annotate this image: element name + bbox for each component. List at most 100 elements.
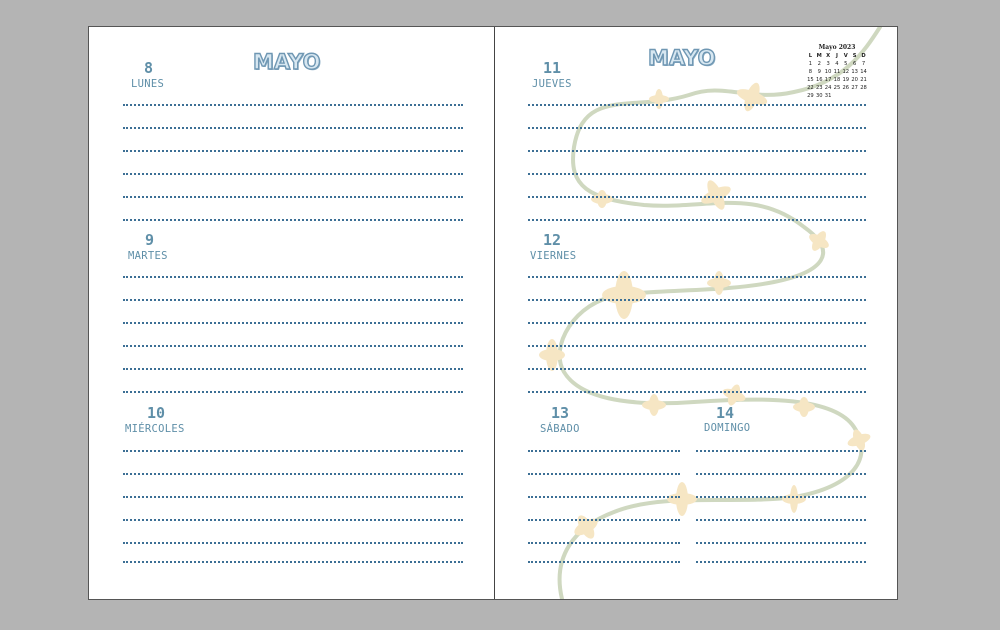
note-line[interactable] [528, 450, 680, 452]
note-line[interactable] [123, 368, 463, 370]
note-line[interactable] [528, 322, 866, 324]
note-line[interactable] [528, 173, 866, 175]
note-line[interactable] [123, 276, 463, 278]
calendar-day[interactable]: 4 [833, 60, 842, 68]
day-number: 14 [716, 404, 735, 422]
calendar-day[interactable]: 8 [806, 68, 815, 76]
note-line[interactable] [123, 519, 463, 521]
calendar-day[interactable]: 25 [833, 84, 842, 92]
day-number: 12 [543, 231, 562, 249]
weekday-header: X [826, 53, 831, 59]
note-line[interactable] [123, 345, 463, 347]
note-line[interactable] [528, 196, 866, 198]
mini-calendar-title: Mayo 2023 [818, 44, 856, 51]
calendar-day[interactable]: 30 [815, 92, 824, 100]
right-page: MAYO Mayo 2023 L M X J V S D 1 2 3 4 5 6… [494, 27, 897, 599]
calendar-day[interactable]: 19 [841, 76, 850, 84]
note-line[interactable] [696, 542, 866, 544]
weekday-header: M [816, 53, 822, 59]
note-line[interactable] [528, 276, 866, 278]
note-line[interactable] [123, 322, 463, 324]
day-name: MIÉRCOLES [125, 423, 185, 435]
day-number: 11 [543, 59, 562, 77]
note-line[interactable] [528, 473, 680, 475]
note-line[interactable] [123, 542, 463, 544]
calendar-day[interactable]: 6 [850, 60, 859, 68]
day-name: SÁBADO [540, 423, 580, 435]
note-line[interactable] [528, 104, 866, 106]
note-line[interactable] [123, 299, 463, 301]
calendar-day[interactable]: 3 [824, 60, 833, 68]
note-line[interactable] [696, 496, 866, 498]
calendar-day[interactable]: 16 [815, 76, 824, 84]
note-line[interactable] [123, 561, 463, 563]
note-line[interactable] [528, 299, 866, 301]
calendar-day[interactable]: 20 [850, 76, 859, 84]
note-line[interactable] [528, 496, 680, 498]
note-line[interactable] [528, 219, 866, 221]
calendar-day[interactable]: 7 [859, 60, 868, 68]
calendar-day[interactable] [841, 92, 850, 100]
left-page: MAYO 8 LUNES 9 MARTES 10 MIÉRCOLES [89, 27, 495, 599]
day-number: 10 [147, 404, 166, 422]
calendar-day[interactable]: 12 [841, 68, 850, 76]
calendar-day[interactable]: 14 [859, 68, 868, 76]
calendar-day[interactable]: 26 [841, 84, 850, 92]
note-line[interactable] [123, 173, 463, 175]
note-line[interactable] [123, 104, 463, 106]
planner-spread: MAYO 8 LUNES 9 MARTES 10 MIÉRCOLES MAYO … [88, 26, 898, 600]
calendar-day[interactable]: 15 [806, 76, 815, 84]
day-name: DOMINGO [704, 422, 751, 434]
note-line[interactable] [528, 542, 680, 544]
calendar-day[interactable]: 31 [824, 92, 833, 100]
calendar-day[interactable]: 13 [850, 68, 859, 76]
calendar-day[interactable]: 22 [806, 84, 815, 92]
calendar-day[interactable]: 29 [806, 92, 815, 100]
calendar-day[interactable] [859, 92, 868, 100]
day-number: 13 [551, 404, 570, 422]
note-line[interactable] [528, 150, 866, 152]
calendar-day[interactable] [833, 92, 842, 100]
calendar-day[interactable]: 21 [859, 76, 868, 84]
day-name: MARTES [128, 250, 168, 262]
weekday-header: S [852, 53, 857, 59]
note-line[interactable] [123, 219, 463, 221]
note-line[interactable] [696, 450, 866, 452]
note-line[interactable] [123, 450, 463, 452]
note-line[interactable] [528, 561, 680, 563]
calendar-day[interactable]: 5 [841, 60, 850, 68]
weekday-header: D [861, 53, 866, 59]
calendar-day[interactable]: 10 [824, 68, 833, 76]
note-line[interactable] [123, 150, 463, 152]
note-line[interactable] [528, 391, 866, 393]
note-line[interactable] [123, 196, 463, 198]
day-name: VIERNES [530, 250, 577, 262]
note-line[interactable] [528, 519, 680, 521]
note-line[interactable] [696, 519, 866, 521]
calendar-day[interactable]: 2 [815, 60, 824, 68]
calendar-day[interactable] [850, 92, 859, 100]
note-line[interactable] [123, 391, 463, 393]
note-line[interactable] [696, 473, 866, 475]
right-month-title: MAYO [647, 45, 716, 70]
calendar-day[interactable]: 27 [850, 84, 859, 92]
day-number: 9 [145, 231, 155, 249]
calendar-day[interactable]: 23 [815, 84, 824, 92]
note-line[interactable] [123, 473, 463, 475]
note-line[interactable] [696, 561, 866, 563]
mini-calendar-grid: L M X J V S D 1 2 3 4 5 6 7 8 9 10 11 12… [806, 52, 868, 100]
calendar-day[interactable]: 18 [833, 76, 842, 84]
calendar-day[interactable]: 11 [833, 68, 842, 76]
calendar-day[interactable]: 17 [824, 76, 833, 84]
note-line[interactable] [123, 127, 463, 129]
note-line[interactable] [528, 345, 866, 347]
note-line[interactable] [123, 496, 463, 498]
calendar-day[interactable]: 1 [806, 60, 815, 68]
note-line[interactable] [528, 127, 866, 129]
weekday-header: V [843, 53, 848, 59]
note-line[interactable] [528, 368, 866, 370]
day-name: JUEVES [532, 78, 572, 90]
calendar-day[interactable]: 28 [859, 84, 868, 92]
calendar-day[interactable]: 9 [815, 68, 824, 76]
calendar-day[interactable]: 24 [824, 84, 833, 92]
